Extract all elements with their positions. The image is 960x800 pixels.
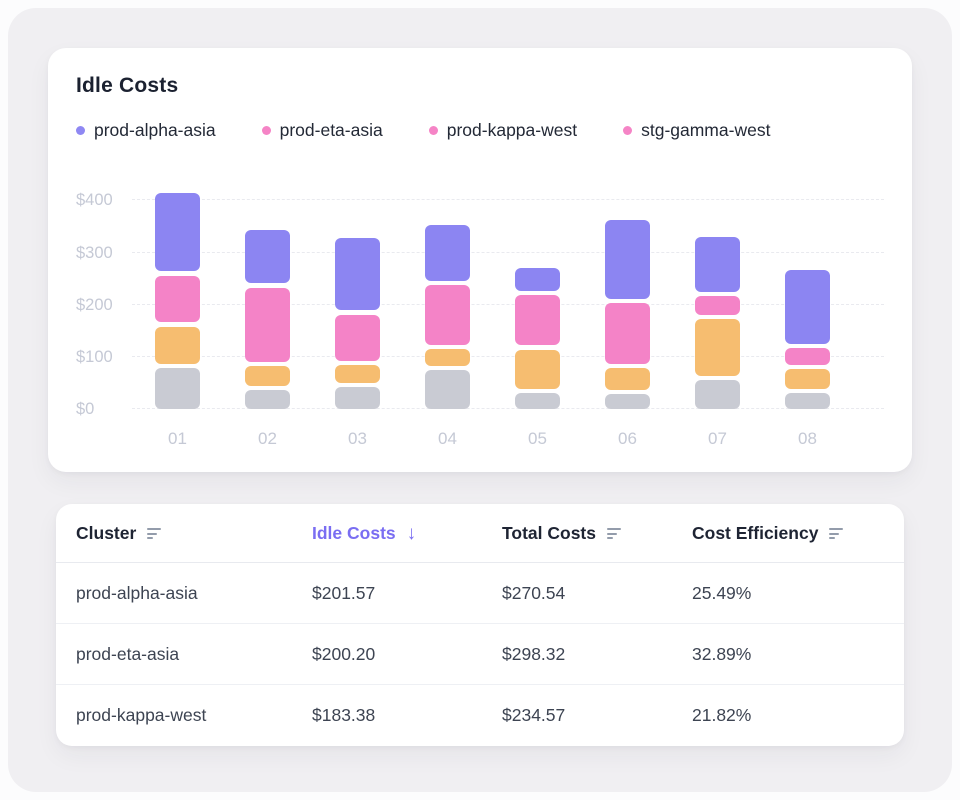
chart-title: Idle Costs [76, 74, 884, 98]
x-axis-tick-label: 07 [688, 429, 748, 449]
cell-cluster: prod-kappa-west [76, 705, 312, 726]
bar-segment-stg-gamma-west-06[interactable] [605, 394, 650, 409]
bar-segment-prod-alpha-asia-03[interactable] [335, 238, 380, 310]
bar-segment-prod-eta-asia-06[interactable] [605, 303, 650, 363]
bar-segment-prod-alpha-asia-02[interactable] [245, 230, 290, 283]
legend-item-label: prod-kappa-west [447, 120, 577, 141]
legend-dot-icon [262, 126, 271, 135]
bar-segment-prod-kappa-west-06[interactable] [605, 368, 650, 390]
x-axis-tick-label: 04 [418, 429, 478, 449]
bar-segment-stg-gamma-west-07[interactable] [695, 380, 740, 409]
column-header-idle[interactable]: Idle Costs ↓ [312, 523, 502, 544]
sort-lines-icon [607, 527, 621, 539]
cell-idle: $183.38 [312, 705, 502, 726]
cell-total: $298.32 [502, 644, 692, 665]
bar-segment-stg-gamma-west-08[interactable] [785, 393, 830, 409]
bar-segment-prod-eta-asia-03[interactable] [335, 315, 380, 361]
bar-segment-prod-alpha-asia-06[interactable] [605, 220, 650, 299]
cell-cluster: prod-eta-asia [76, 644, 312, 665]
legend-item-stg-gamma-west[interactable]: stg-gamma-west [623, 120, 770, 141]
cell-efficiency: 21.82% [692, 705, 884, 726]
y-axis: $0$100$200$300$400 [76, 190, 132, 409]
bar-segment-prod-kappa-west-05[interactable] [515, 350, 560, 390]
y-axis-tick-label: $400 [76, 190, 113, 210]
cell-cluster: prod-alpha-asia [76, 583, 312, 604]
bar-segment-stg-gamma-west-02[interactable] [245, 390, 290, 409]
cell-efficiency: 32.89% [692, 644, 884, 665]
y-axis-tick-label: $100 [76, 347, 113, 367]
legend-item-label: prod-eta-asia [280, 120, 383, 141]
x-axis-tick-label: 05 [508, 429, 568, 449]
bar-segment-prod-kappa-west-03[interactable] [335, 365, 380, 383]
bar-segment-prod-kappa-west-08[interactable] [785, 369, 830, 389]
y-axis-tick-label: $300 [76, 243, 113, 263]
bar-segment-prod-alpha-asia-05[interactable] [515, 268, 560, 291]
cell-efficiency: 25.49% [692, 583, 884, 604]
bar-segment-prod-eta-asia-07[interactable] [695, 296, 740, 315]
idle-costs-chart-card: Idle Costs prod-alpha-asiaprod-eta-asiap… [48, 48, 912, 472]
bar-segment-stg-gamma-west-01[interactable] [155, 368, 200, 409]
chart-legend: prod-alpha-asia prod-eta-asia prod-kappa-w… [76, 119, 884, 141]
clusters-table-card: Cluster Idle Costs ↓ Total Costs Cost Effici… [56, 504, 904, 746]
cell-total: $270.54 [502, 583, 692, 604]
y-axis-tick-label: $0 [76, 399, 94, 419]
bar-segment-prod-alpha-asia-04[interactable] [425, 225, 470, 281]
bar-segment-prod-alpha-asia-01[interactable] [155, 193, 200, 271]
gridline [132, 199, 884, 200]
x-axis-tick-label: 01 [148, 429, 208, 449]
chart-plot-area [132, 190, 884, 409]
bar-segment-prod-eta-asia-08[interactable] [785, 348, 830, 365]
bar-segment-prod-alpha-asia-07[interactable] [695, 237, 740, 291]
legend-item-prod-alpha-asia[interactable]: prod-alpha-asia [76, 120, 216, 141]
x-axis: 01 02 03 04 05 06 07 08 [132, 429, 884, 451]
stacked-bar-chart: $0$100$200$300$400 [76, 190, 884, 409]
gridline [132, 408, 884, 409]
x-axis-tick-label: 02 [238, 429, 298, 449]
bar-segment-stg-gamma-west-03[interactable] [335, 387, 380, 409]
legend-item-label: prod-alpha-asia [94, 120, 216, 141]
bar-segment-prod-eta-asia-01[interactable] [155, 276, 200, 323]
cell-idle: $200.20 [312, 644, 502, 665]
bar-segment-prod-eta-asia-02[interactable] [245, 288, 290, 362]
bar-segment-prod-eta-asia-04[interactable] [425, 285, 470, 344]
bar-segment-prod-kappa-west-07[interactable] [695, 319, 740, 376]
sort-desc-arrow-icon: ↓ [407, 524, 417, 543]
legend-item-label: stg-gamma-west [641, 120, 770, 141]
bar-segment-prod-alpha-asia-08[interactable] [785, 270, 830, 344]
legend-item-prod-kappa-west[interactable]: prod-kappa-west [429, 120, 577, 141]
legend-dot-icon [623, 126, 632, 135]
sort-lines-icon [829, 527, 843, 539]
column-header-efficiency[interactable]: Cost Efficiency [692, 523, 884, 544]
x-axis-tick-label: 08 [778, 429, 838, 449]
bar-segment-prod-kappa-west-01[interactable] [155, 327, 200, 364]
table-row-prod-eta-asia: prod-eta-asia$200.20$298.3232.89% [56, 624, 904, 685]
sort-lines-icon [147, 527, 161, 539]
bar-segment-prod-kappa-west-02[interactable] [245, 366, 290, 386]
bar-segment-prod-kappa-west-04[interactable] [425, 349, 470, 366]
table-header-row: Cluster Idle Costs ↓ Total Costs Cost Effici… [56, 504, 904, 563]
table-body: prod-alpha-asia$201.57$270.5425.49%prod-… [56, 563, 904, 746]
bar-segment-prod-eta-asia-05[interactable] [515, 295, 560, 346]
table-row-prod-kappa-west: prod-kappa-west$183.38$234.5721.82% [56, 685, 904, 746]
column-header-label: Total Costs [502, 523, 596, 544]
x-axis-tick-label: 06 [598, 429, 658, 449]
cell-idle: $201.57 [312, 583, 502, 604]
legend-item-prod-eta-asia[interactable]: prod-eta-asia [262, 120, 383, 141]
legend-dot-icon [429, 126, 438, 135]
legend-dot-icon [76, 126, 85, 135]
y-axis-tick-label: $200 [76, 295, 113, 315]
column-header-label: Idle Costs [312, 523, 396, 544]
cell-total: $234.57 [502, 705, 692, 726]
column-header-cluster[interactable]: Cluster [76, 523, 312, 544]
bar-segment-stg-gamma-west-04[interactable] [425, 370, 470, 409]
x-axis-tick-label: 03 [328, 429, 388, 449]
table-row-prod-alpha-asia: prod-alpha-asia$201.57$270.5425.49% [56, 563, 904, 624]
column-header-label: Cluster [76, 523, 136, 544]
column-header-total[interactable]: Total Costs [502, 523, 692, 544]
bar-segment-stg-gamma-west-05[interactable] [515, 393, 560, 409]
column-header-label: Cost Efficiency [692, 523, 818, 544]
